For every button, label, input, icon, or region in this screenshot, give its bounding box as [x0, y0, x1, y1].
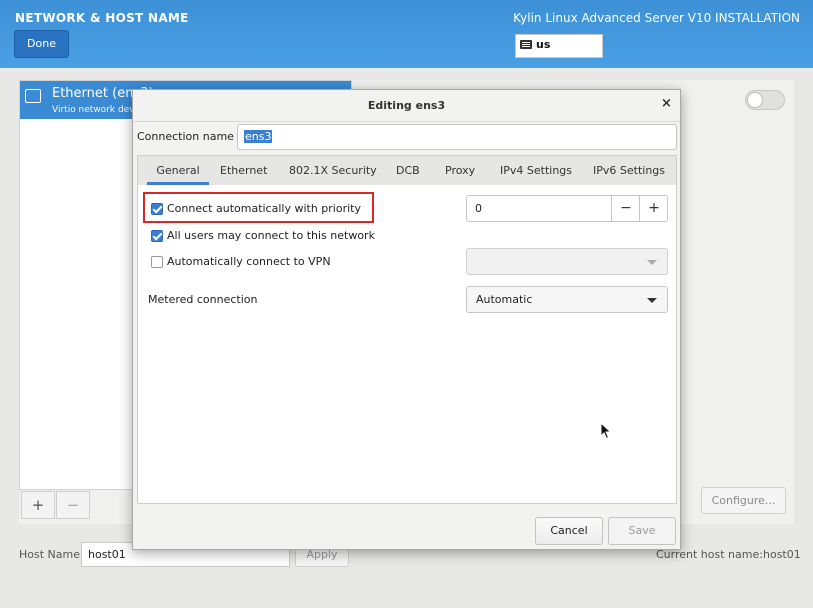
metered-connection-select[interactable]: Automatic — [466, 286, 668, 313]
save-button[interactable]: Save — [608, 517, 676, 545]
auto-vpn-label: Automatically connect to VPN — [167, 255, 331, 268]
spoke-title: NETWORK & HOST NAME — [15, 11, 189, 25]
mouse-pointer-icon — [600, 422, 612, 440]
connect-automatically-checkbox[interactable] — [151, 203, 163, 215]
priority-decrement-button[interactable]: − — [611, 196, 640, 221]
priority-value: 0 — [475, 202, 482, 215]
metered-connection-label: Metered connection — [148, 293, 258, 306]
tab-ipv6-settings[interactable]: IPv6 Settings — [593, 156, 665, 185]
tab-8021x-security[interactable]: 802.1X Security — [289, 156, 377, 185]
tab-ethernet[interactable]: Ethernet — [220, 156, 267, 185]
chevron-down-icon — [647, 260, 657, 265]
priority-spinbutton[interactable]: 0 − + — [466, 195, 668, 222]
all-users-label: All users may connect to this network — [167, 229, 375, 242]
auto-vpn-checkbox[interactable] — [151, 256, 163, 268]
add-device-button[interactable]: + — [21, 491, 55, 519]
dialog-title: Editing ens3 — [367, 99, 446, 112]
connection-name-value: ens3 — [244, 130, 273, 143]
top-header-bar: NETWORK & HOST NAME Done Kylin Linux Adv… — [0, 0, 813, 68]
keyboard-layout-label: us — [536, 38, 551, 51]
current-host-name-value: host01 — [763, 548, 801, 561]
editing-connection-dialog: Editing ens3 × Connection name ens3 Gene… — [132, 89, 681, 550]
remove-device-button[interactable]: − — [56, 491, 90, 519]
connection-name-input[interactable]: ens3 — [237, 124, 677, 150]
tab-dcb[interactable]: DCB — [396, 156, 420, 185]
done-button[interactable]: Done — [14, 30, 69, 58]
host-name-label: Host Name: — [19, 548, 84, 561]
connect-automatically-label: Connect automatically with priority — [167, 202, 361, 215]
keyboard-icon — [520, 40, 532, 49]
chevron-down-icon — [647, 298, 657, 303]
device-enable-toggle[interactable] — [745, 90, 785, 110]
vpn-select[interactable] — [466, 248, 668, 275]
cancel-button[interactable]: Cancel — [535, 517, 603, 545]
tab-general[interactable]: General — [147, 156, 209, 185]
tab-ipv4-settings[interactable]: IPv4 Settings — [500, 156, 572, 185]
tab-proxy[interactable]: Proxy — [445, 156, 475, 185]
configure-button[interactable]: Configure... — [701, 487, 786, 514]
metered-connection-value: Automatic — [476, 293, 533, 306]
product-title: Kylin Linux Advanced Server V10 INSTALLA… — [513, 11, 800, 25]
keyboard-layout-indicator[interactable]: us — [515, 34, 603, 58]
settings-tab-bar: General Ethernet 802.1X Security DCB Pro… — [137, 155, 677, 186]
connection-name-label: Connection name — [137, 130, 234, 143]
close-icon[interactable]: × — [661, 96, 672, 111]
priority-increment-button[interactable]: + — [639, 196, 668, 221]
all-users-checkbox[interactable] — [151, 230, 163, 242]
title-divider — [133, 121, 680, 122]
ethernet-icon — [25, 89, 41, 103]
